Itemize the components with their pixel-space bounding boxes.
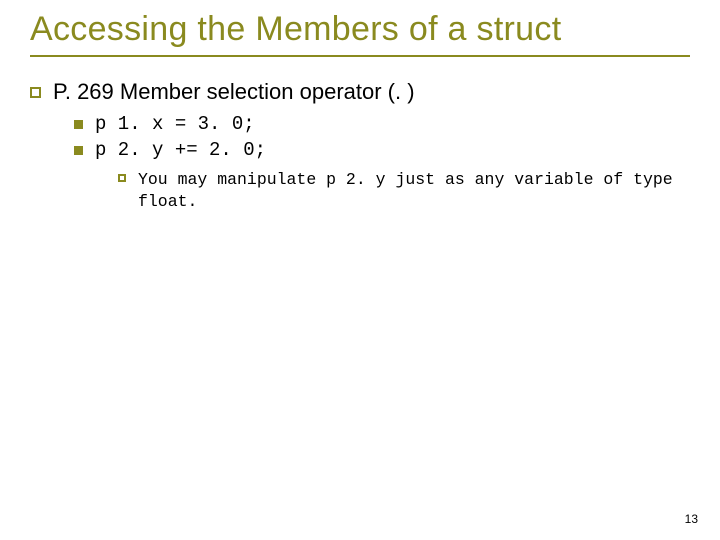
bullet-text: p 2. y += 2. 0; xyxy=(95,139,266,161)
bullet-level2: p 2. y += 2. 0; xyxy=(74,139,690,161)
bullet-text: P. 269 Member selection operator (. ) xyxy=(53,79,415,105)
solid-square-icon xyxy=(74,120,83,129)
hollow-square-icon xyxy=(30,87,41,98)
solid-square-icon xyxy=(74,146,83,155)
bullet-text: p 1. x = 3. 0; xyxy=(95,113,255,135)
hollow-square-icon xyxy=(118,174,126,182)
bullet-level2: p 1. x = 3. 0; xyxy=(74,113,690,135)
bullet-level1: P. 269 Member selection operator (. ) xyxy=(30,79,690,105)
slide-title: Accessing the Members of a struct xyxy=(30,10,690,57)
page-number: 13 xyxy=(685,512,698,526)
bullet-text: You may manipulate p 2. y just as any va… xyxy=(138,169,690,212)
bullet-level3: You may manipulate p 2. y just as any va… xyxy=(118,169,690,212)
